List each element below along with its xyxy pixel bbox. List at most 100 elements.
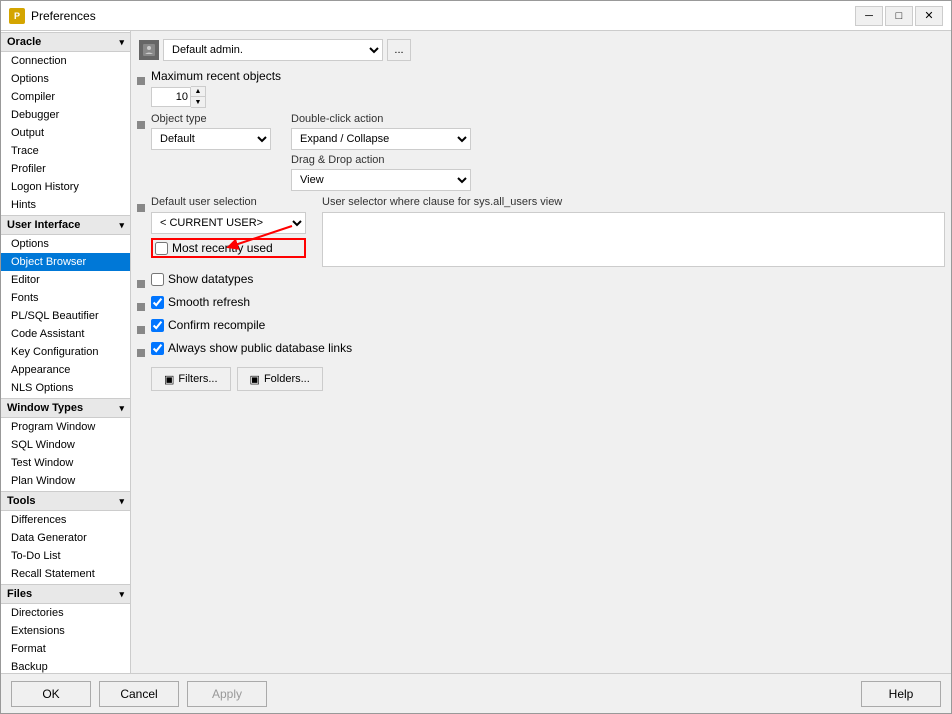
sidebar-item-sql-window[interactable]: SQL Window — [1, 436, 130, 454]
filters-button[interactable]: ▣ Filters... — [151, 367, 231, 391]
always-show-label: Always show public database links — [168, 341, 352, 355]
sidebar-item-todo-list[interactable]: To-Do List — [1, 547, 130, 565]
object-type-label: Object type — [151, 113, 271, 125]
window-types-arrow: ▾ — [119, 403, 124, 414]
window-types-group-header[interactable]: Window Types ▾ — [1, 398, 130, 418]
user-interface-group-label: User Interface — [7, 219, 80, 231]
folders-button[interactable]: ▣ Folders... — [237, 367, 323, 391]
oracle-group-header[interactable]: Oracle ▾ — [1, 32, 130, 52]
always-show-marker — [137, 349, 145, 357]
cancel-button[interactable]: Cancel — [99, 681, 179, 707]
user-selector-textarea[interactable] — [322, 212, 945, 267]
minimize-button[interactable]: ─ — [855, 6, 883, 26]
sidebar-item-hints[interactable]: Hints — [1, 196, 130, 214]
always-show-checkbox[interactable] — [151, 342, 164, 355]
double-click-select[interactable]: Expand / Collapse — [291, 128, 471, 150]
smooth-refresh-marker — [137, 303, 145, 311]
double-click-label: Double-click action — [291, 113, 471, 125]
sidebar-item-connection[interactable]: Connection — [1, 52, 130, 70]
default-user-content: Default user selection < CURRENT USER> M… — [151, 196, 945, 267]
user-interface-group-header[interactable]: User Interface ▾ — [1, 215, 130, 235]
max-recent-label: Maximum recent objects — [151, 69, 945, 83]
main-panel: Default admin. ... Maximum recent object… — [131, 31, 951, 673]
most-recently-used-checkbox[interactable] — [155, 242, 168, 255]
profile-select[interactable]: Default admin. — [163, 39, 383, 61]
sidebar-item-test-window[interactable]: Test Window — [1, 454, 130, 472]
confirm-recompile-checkbox[interactable] — [151, 319, 164, 332]
sidebar-item-editor[interactable]: Editor — [1, 271, 130, 289]
always-show-row: Always show public database links — [137, 341, 945, 359]
object-type-select[interactable]: Default — [151, 128, 271, 150]
folders-label: Folders... — [264, 373, 310, 385]
sidebar-item-compiler[interactable]: Compiler — [1, 88, 130, 106]
folders-icon: ▣ — [250, 373, 260, 386]
profile-bar: Default admin. ... — [137, 37, 945, 63]
sidebar-item-trace[interactable]: Trace — [1, 142, 130, 160]
spinner-up[interactable]: ▲ — [191, 87, 205, 97]
sidebar-item-debugger[interactable]: Debugger — [1, 106, 130, 124]
max-recent-content: Maximum recent objects ▲ ▼ — [151, 69, 945, 108]
ok-button[interactable]: OK — [11, 681, 91, 707]
always-show-content: Always show public database links — [151, 341, 945, 355]
filters-icon: ▣ — [164, 373, 174, 386]
current-user-select[interactable]: < CURRENT USER> — [151, 212, 306, 234]
show-datatypes-content: Show datatypes — [151, 272, 945, 286]
sidebar-item-recall-statement[interactable]: Recall Statement — [1, 565, 130, 583]
sidebar-item-options-oracle[interactable]: Options — [1, 70, 130, 88]
spinner-buttons: ▲ ▼ — [191, 86, 206, 108]
sidebar-item-nls-options[interactable]: NLS Options — [1, 379, 130, 397]
max-recent-row: Maximum recent objects ▲ ▼ — [137, 69, 945, 108]
smooth-refresh-checkbox[interactable] — [151, 296, 164, 309]
drag-drop-select[interactable]: View — [291, 169, 471, 191]
max-recent-marker — [137, 77, 145, 85]
sidebar-item-profiler[interactable]: Profiler — [1, 160, 130, 178]
sidebar-item-output[interactable]: Output — [1, 124, 130, 142]
user-selector-label: User selector where clause for sys.all_u… — [322, 196, 945, 208]
sidebar-item-options-ui[interactable]: Options — [1, 235, 130, 253]
apply-button[interactable]: Apply — [187, 681, 267, 707]
most-recently-used-container: Most recently used — [151, 238, 306, 258]
sidebar-item-object-browser[interactable]: Object Browser — [1, 253, 130, 271]
more-options-button[interactable]: ... — [387, 39, 411, 61]
help-button[interactable]: Help — [861, 681, 941, 707]
confirm-recompile-marker — [137, 326, 145, 334]
window-types-group-label: Window Types — [7, 402, 83, 414]
oracle-group-label: Oracle — [7, 36, 41, 48]
filters-label: Filters... — [178, 373, 217, 385]
sidebar-item-format[interactable]: Format — [1, 640, 130, 658]
sidebar-item-appearance[interactable]: Appearance — [1, 361, 130, 379]
sidebar-item-logon-history[interactable]: Logon History — [1, 178, 130, 196]
sidebar-item-backup[interactable]: Backup — [1, 658, 130, 673]
show-datatypes-checkbox[interactable] — [151, 273, 164, 286]
sidebar-item-directories[interactable]: Directories — [1, 604, 130, 622]
default-user-marker — [137, 204, 145, 212]
smooth-refresh-row: Smooth refresh — [137, 295, 945, 313]
sidebar-item-key-configuration[interactable]: Key Configuration — [1, 343, 130, 361]
main-content: Oracle ▾ Connection Options Compiler Deb… — [1, 31, 951, 673]
sidebar-item-fonts[interactable]: Fonts — [1, 289, 130, 307]
sidebar-item-plsql-beautifier[interactable]: PL/SQL Beautifier — [1, 307, 130, 325]
tools-group-label: Tools — [7, 495, 36, 507]
object-type-content: Object type Default Double-click action … — [151, 113, 945, 191]
spinner-down[interactable]: ▼ — [191, 97, 205, 107]
sidebar-item-extensions[interactable]: Extensions — [1, 622, 130, 640]
sidebar-item-code-assistant[interactable]: Code Assistant — [1, 325, 130, 343]
default-user-row: Default user selection < CURRENT USER> M… — [137, 196, 945, 267]
files-group-header[interactable]: Files ▾ — [1, 584, 130, 604]
max-recent-spinner: ▲ ▼ — [151, 86, 945, 108]
sidebar-item-differences[interactable]: Differences — [1, 511, 130, 529]
tools-group-header[interactable]: Tools ▾ — [1, 491, 130, 511]
sidebar-item-plan-window[interactable]: Plan Window — [1, 472, 130, 490]
maximize-button[interactable]: □ — [885, 6, 913, 26]
double-click-col: Double-click action Expand / Collapse — [291, 113, 471, 150]
object-type-row: Object type Default Double-click action … — [137, 113, 945, 191]
object-type-marker — [137, 121, 145, 129]
max-recent-input[interactable] — [151, 87, 191, 107]
files-group-label: Files — [7, 588, 32, 600]
close-button[interactable]: ✕ — [915, 6, 943, 26]
sidebar-item-data-generator[interactable]: Data Generator — [1, 529, 130, 547]
drag-drop-label: Drag & Drop action — [291, 154, 471, 166]
drag-drop-col: Drag & Drop action View — [291, 154, 471, 191]
sidebar-item-program-window[interactable]: Program Window — [1, 418, 130, 436]
action-buttons-row: ▣ Filters... ▣ Folders... — [151, 367, 945, 391]
